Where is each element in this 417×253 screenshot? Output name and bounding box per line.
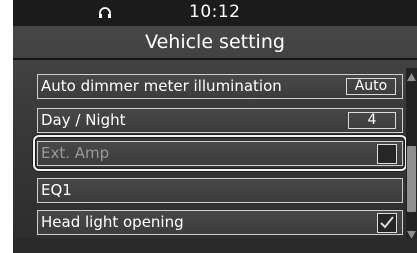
setting-label: EQ1 [41,181,72,199]
scrollbar[interactable] [406,68,417,239]
vehicle-setting-screen: 10:12 Vehicle setting Auto dimmer meter … [13,0,417,253]
checkmark-icon [380,216,394,229]
title-divider [13,58,417,60]
status-bar: 10:12 [13,0,417,26]
setting-value: 4 [348,112,396,129]
setting-row-eq1[interactable]: EQ1 [37,178,403,203]
head-light-checkbox[interactable] [377,213,397,233]
setting-row-auto-dimmer[interactable]: Auto dimmer meter illumination Auto [37,74,403,99]
setting-label: Head light opening [41,213,184,231]
setting-value: Auto [346,78,396,95]
setting-label: Day / Night [41,111,126,129]
page-title: Vehicle setting [145,31,285,53]
bottom-strip [13,238,417,253]
clock: 10:12 [189,2,241,22]
headset-icon [98,5,112,19]
scroll-up-arrow-icon[interactable] [406,68,417,81]
scroll-thumb[interactable] [407,146,416,212]
setting-label: Auto dimmer meter illumination [41,77,282,95]
focus-highlight [33,135,407,171]
setting-row-day-night[interactable]: Day / Night 4 [37,108,403,133]
setting-row-head-light-opening[interactable]: Head light opening [37,210,403,235]
scroll-down-arrow-icon[interactable] [406,226,417,239]
